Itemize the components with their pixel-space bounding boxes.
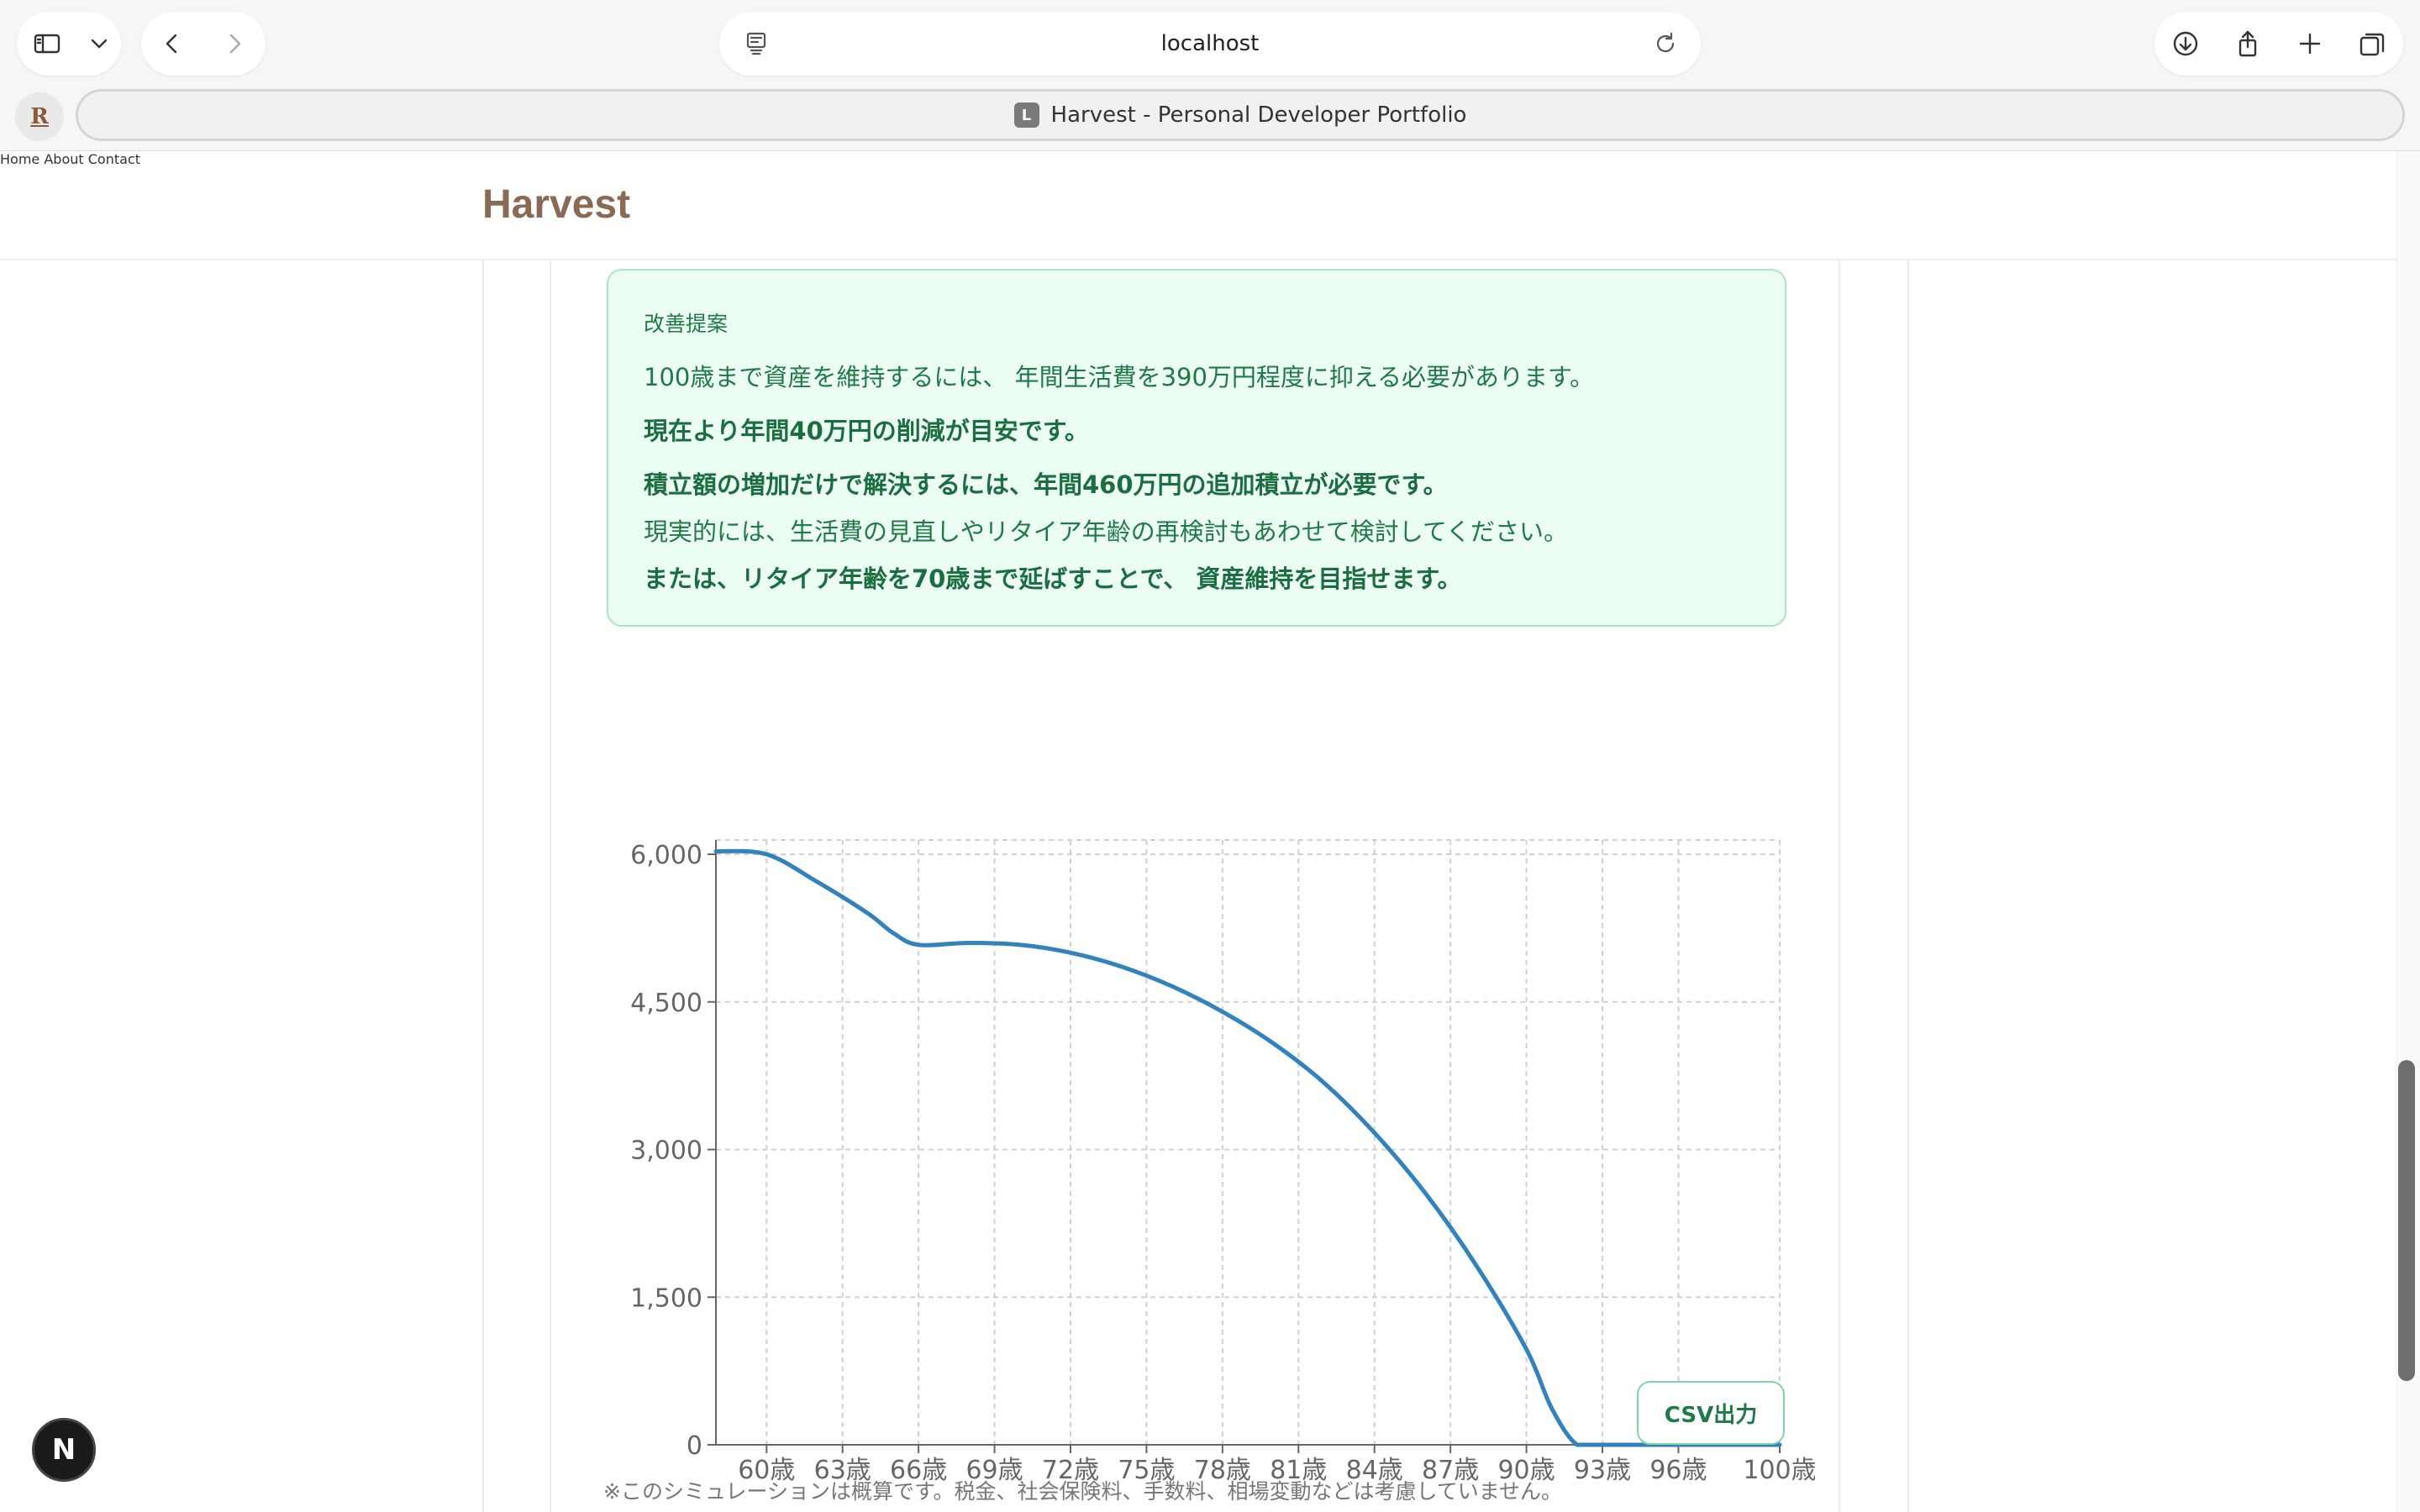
share-icon[interactable]: [2223, 18, 2273, 69]
pinned-tab-favicon[interactable]: R: [15, 92, 64, 141]
asset-series-line: [713, 848, 1782, 1447]
tab-title: Harvest - Personal Developer Portfolio: [1050, 102, 1467, 128]
brand-logo[interactable]: Harvest: [482, 181, 630, 228]
dev-tools-badge[interactable]: N: [32, 1418, 96, 1482]
nav-contact[interactable]: Contact: [88, 151, 140, 167]
footnote: ※このシミュレーションは概算です。税金、社会保険料、手数料、相場変動などは考慮し…: [603, 1479, 1562, 1504]
suggestion-line: 積立額の増加だけで解決するには、年間460万円の追加積立が必要です。: [644, 470, 1448, 499]
scrollbar-thumb[interactable]: [2398, 1060, 2415, 1381]
y-tick-label: 3,000: [630, 1137, 702, 1166]
x-tick-label: 96歳: [1649, 1456, 1707, 1485]
y-tick-label: 1,500: [630, 1284, 702, 1313]
right-toolbar-group: [2154, 12, 2403, 76]
chevron-down-icon[interactable]: [82, 18, 116, 69]
asset-chart: 0 1,500 3,000 4,500 6,000 60歳 63歳 66歳 69歳 72歳 75歳 7…: [588, 655, 1815, 1495]
y-tick-label: 6,000: [630, 841, 702, 870]
address-bar[interactable]: localhost: [719, 12, 1701, 76]
y-tick-label: 0: [687, 1431, 702, 1461]
site-header: Harvest Home About Contact: [0, 151, 2396, 260]
suggestion-title: 改善提案: [644, 312, 729, 336]
nav-about[interactable]: About: [44, 151, 83, 167]
x-tick-label: 100歳: [1743, 1456, 1815, 1485]
forward-arrow-icon[interactable]: [209, 18, 260, 69]
history-nav-group: [141, 12, 266, 76]
nav-home[interactable]: Home: [0, 151, 39, 167]
csv-export-button[interactable]: CSV出力: [1637, 1381, 1785, 1445]
x-tick-label: 93歳: [1574, 1456, 1631, 1485]
page-viewport: Harvest Home About Contact 改善提案 100歳まで資産…: [0, 151, 2396, 1512]
improvement-suggestion-box: 改善提案 100歳まで資産を維持するには、 年間生活費を390万円程度に抑える必…: [607, 269, 1786, 627]
suggestion-line: 100歳まで資産を維持するには、 年間生活費を390万円程度に抑える必要がありま…: [644, 363, 1595, 391]
tab-favicon-icon: L: [1013, 102, 1039, 128]
asset-chart-svg: 01,5003,0004,5006,00060歳 63歳 66歳 69歳 72歳 75歳 7…: [630, 839, 1815, 1485]
active-tab[interactable]: L Harvest - Personal Developer Portfolio: [76, 89, 2405, 141]
reload-icon[interactable]: [1650, 29, 1681, 59]
suggestion-line: または、リタイア年齢を70歳まで延ばすことで、 資産維持を目指せます。: [644, 564, 1462, 593]
tab-overview-icon[interactable]: [2347, 18, 2397, 69]
new-tab-plus-icon[interactable]: [2285, 18, 2335, 69]
suggestion-line: 現在より年間40万円の削減が目安です。: [644, 417, 1089, 445]
back-arrow-icon[interactable]: [147, 18, 197, 69]
sidebar-toggle-group: [17, 12, 121, 76]
y-tick-label: 4,500: [630, 989, 702, 1018]
page-settings-icon[interactable]: [741, 29, 771, 59]
sidebar-icon[interactable]: [22, 18, 72, 69]
suggestion-line: 現実的には、生活費の見直しやリタイア年齢の再検討もあわせて検討してください。: [644, 517, 1568, 546]
download-icon[interactable]: [2160, 18, 2211, 69]
url-text: localhost: [1160, 31, 1260, 56]
